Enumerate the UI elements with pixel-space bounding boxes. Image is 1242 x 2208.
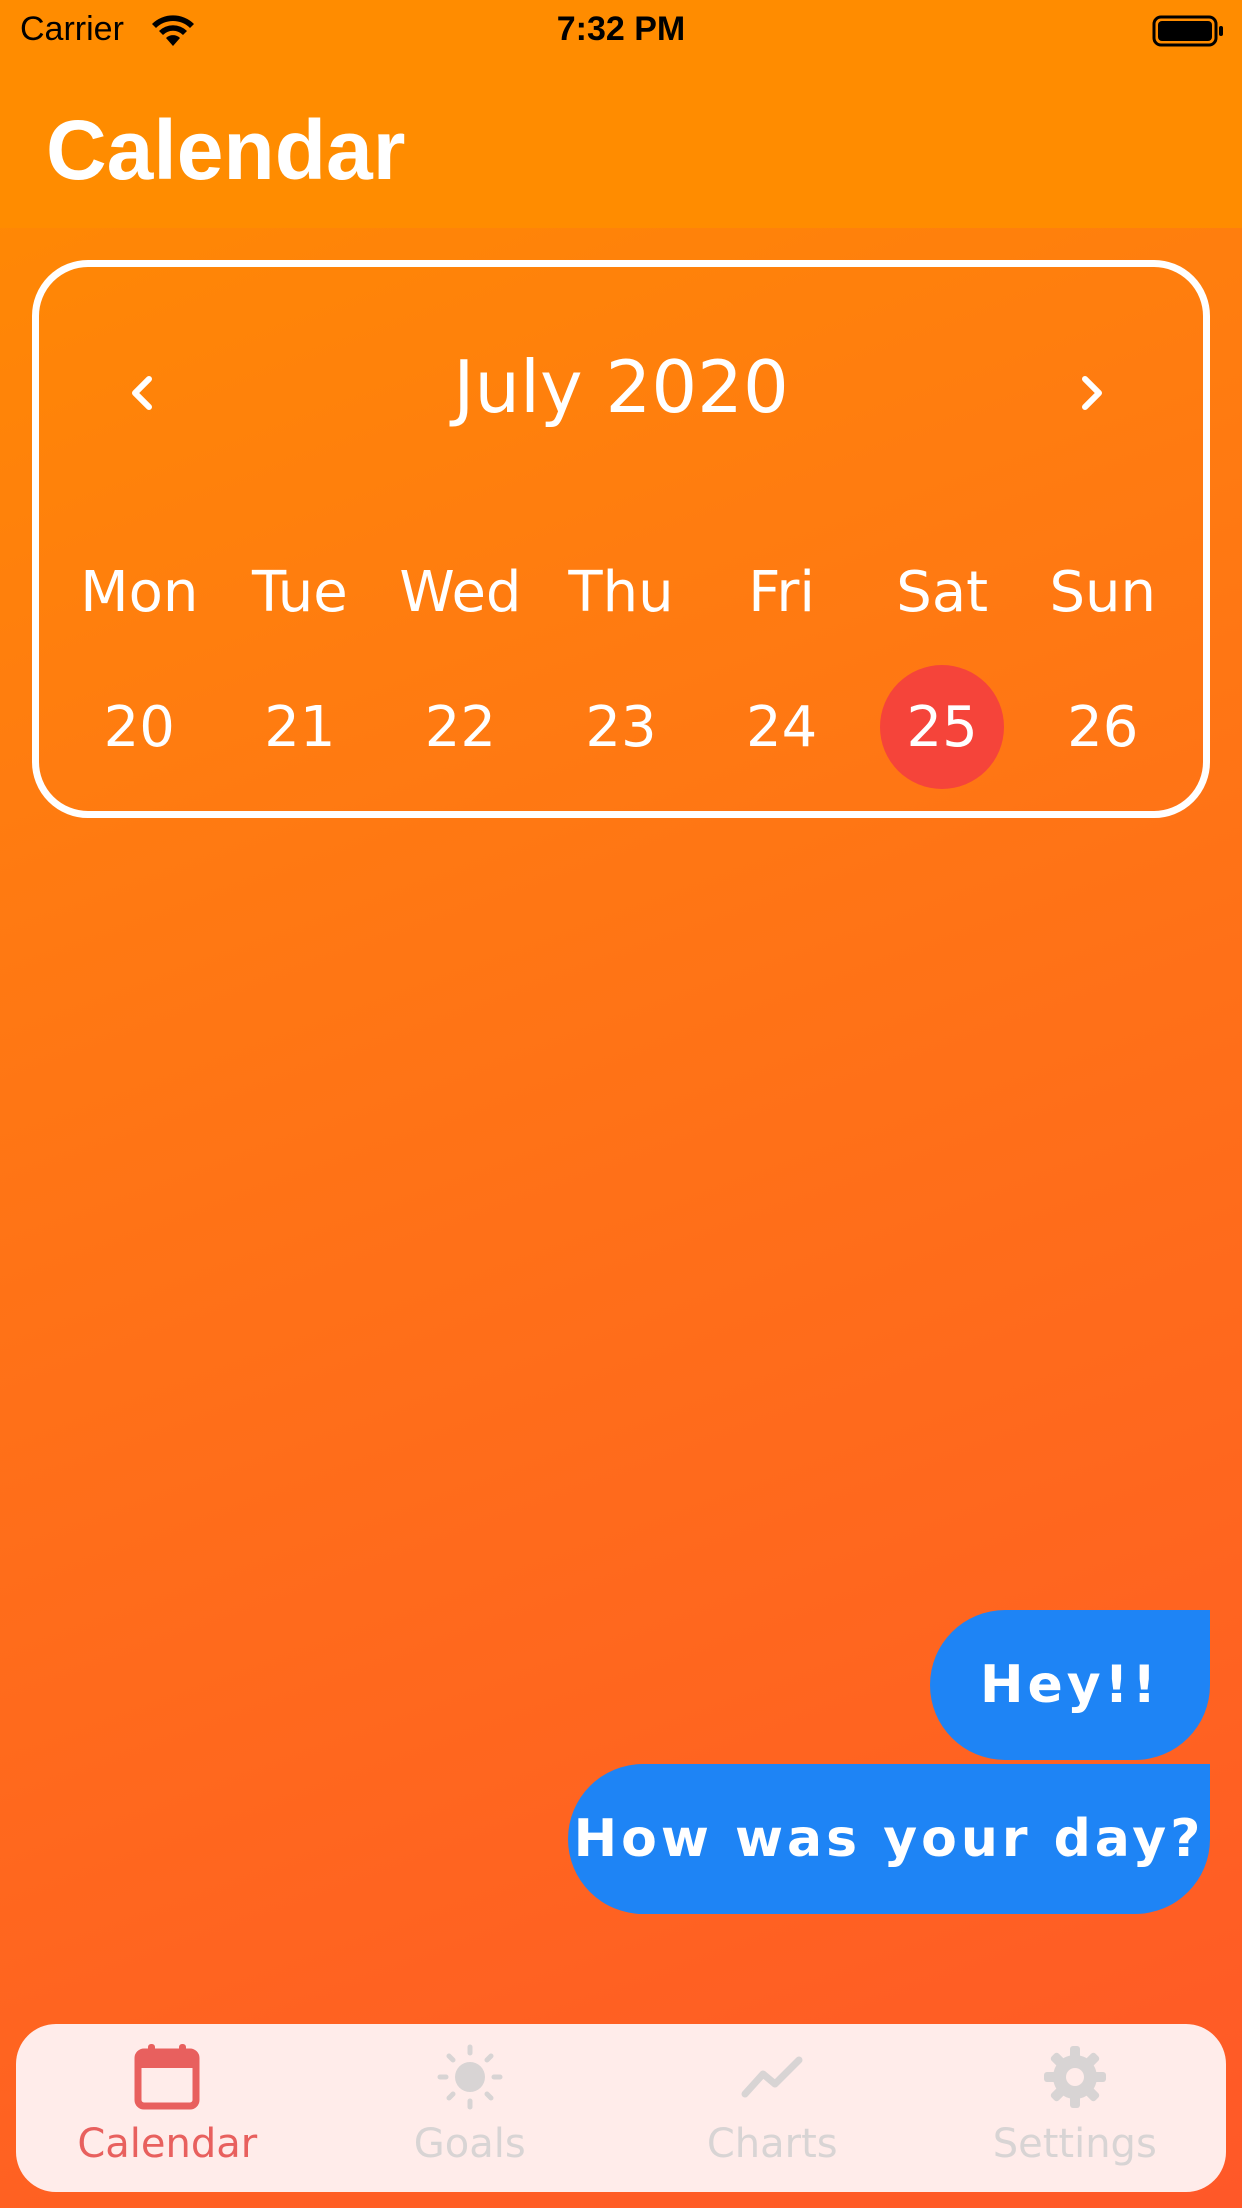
weekday-label: Wed xyxy=(399,560,522,625)
page-title: Calendar xyxy=(46,103,406,197)
weekday-label: Thu xyxy=(568,560,674,625)
chevron-right-icon[interactable] xyxy=(1061,363,1121,423)
selected-date-cell[interactable]: 25 xyxy=(880,665,1005,789)
status-bar: Carrier 7:32 PM xyxy=(0,0,1242,64)
chat-bubble: How was your day? xyxy=(568,1764,1210,1914)
date-cell[interactable]: 26 xyxy=(1041,665,1165,789)
weekday-label: Sun xyxy=(1049,560,1157,625)
date-cell[interactable]: 22 xyxy=(398,665,522,789)
weekday-label: Fri xyxy=(748,560,815,625)
tab-calendar[interactable]: Calendar xyxy=(16,2024,319,2192)
tab-bar: Calendar Goals Charts Settings xyxy=(16,2024,1226,2192)
date-cell[interactable]: 24 xyxy=(720,665,844,789)
gear-icon xyxy=(1043,2046,1106,2108)
weekday-label: Tue xyxy=(252,560,348,625)
date-cell[interactable]: 23 xyxy=(559,665,683,789)
calendar-icon xyxy=(134,2044,200,2110)
tab-goals[interactable]: Goals xyxy=(319,2024,622,2192)
nav-bar: Calendar xyxy=(0,64,1242,228)
tab-label: Charts xyxy=(706,2121,838,2167)
weekday-label: Sat xyxy=(896,560,989,625)
chat-bubble: Hey!! xyxy=(930,1610,1210,1760)
date-cell[interactable]: 20 xyxy=(77,665,201,789)
date-cell[interactable]: 21 xyxy=(238,665,362,789)
date-row: 20 21 22 23 24 25 26 xyxy=(59,665,1183,789)
chart-line-icon xyxy=(741,2056,803,2098)
tab-label: Settings xyxy=(992,2121,1157,2167)
tab-charts[interactable]: Charts xyxy=(621,2024,924,2192)
calendar-card: July 2020 Mon Tue Wed Thu Fri Sat Sun 20… xyxy=(32,260,1210,818)
tab-settings[interactable]: Settings xyxy=(924,2024,1227,2192)
battery-icon xyxy=(1152,15,1223,47)
weekday-row: Mon Tue Wed Thu Fri Sat Sun xyxy=(59,565,1183,621)
month-label: July 2020 xyxy=(453,345,789,429)
sun-icon xyxy=(437,2044,503,2110)
weekday-label: Mon xyxy=(80,560,199,625)
tab-label: Goals xyxy=(413,2121,526,2167)
status-time: 7:32 PM xyxy=(556,10,686,48)
tab-label: Calendar xyxy=(77,2121,258,2167)
